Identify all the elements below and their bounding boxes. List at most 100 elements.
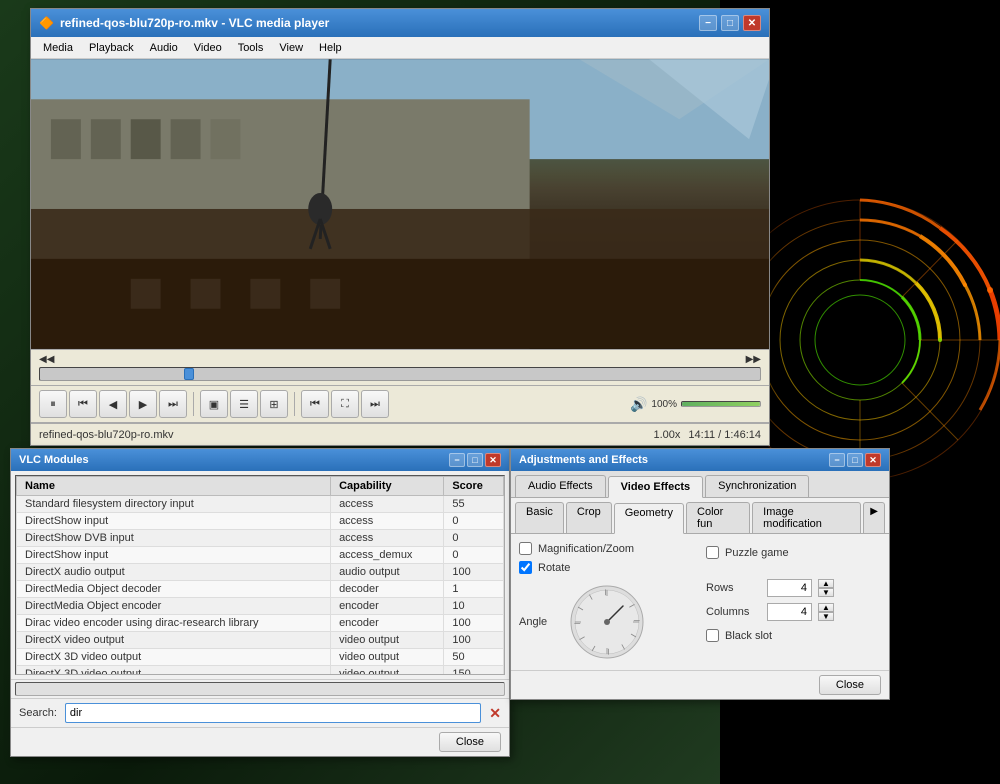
table-row[interactable]: DirectMedia Object encoder encoder 10: [17, 598, 504, 615]
cell-capability: video output: [331, 666, 444, 676]
columns-decrement-btn[interactable]: ▼: [818, 612, 834, 621]
search-area: Search: ✕: [11, 698, 509, 727]
extended-button[interactable]: ⊞: [260, 390, 288, 418]
fullscreen-button[interactable]: ⛶: [331, 390, 359, 418]
table-row[interactable]: DirectShow input access_demux 0: [17, 547, 504, 564]
modules-close-button[interactable]: Close: [439, 732, 501, 752]
close-button[interactable]: ✕: [743, 15, 761, 31]
inner-tab-crop[interactable]: Crop: [566, 502, 612, 533]
effects-close-btn[interactable]: ✕: [865, 453, 881, 467]
tab-audio-effects[interactable]: Audio Effects: [515, 475, 606, 497]
columns-spinner-btns: ▲ ▼: [818, 603, 834, 621]
menu-help[interactable]: Help: [311, 40, 350, 56]
frame-fwd-button[interactable]: ▶: [129, 390, 157, 418]
menu-playback[interactable]: Playback: [81, 40, 142, 56]
cell-capability: video output: [331, 649, 444, 666]
cell-capability: decoder: [331, 581, 444, 598]
seek-track[interactable]: [39, 367, 761, 381]
modules-minimize-btn[interactable]: −: [449, 453, 465, 467]
col-score[interactable]: Score: [444, 477, 504, 496]
playlist-button[interactable]: ☰: [230, 390, 258, 418]
modules-table-scroll[interactable]: Name Capability Score Standard filesyste…: [15, 475, 505, 675]
effects-minimize-btn[interactable]: −: [829, 453, 845, 467]
table-row[interactable]: DirectMedia Object decoder decoder 1: [17, 581, 504, 598]
col-capability[interactable]: Capability: [331, 477, 444, 496]
cell-capability: video output: [331, 632, 444, 649]
columns-input[interactable]: [767, 603, 812, 621]
effects-footer: Close: [511, 670, 889, 699]
rows-input[interactable]: [767, 579, 812, 597]
inner-tab-geometry[interactable]: Geometry: [614, 503, 684, 534]
menu-audio[interactable]: Audio: [142, 40, 186, 56]
dial-svg: [567, 582, 647, 662]
volume-icon[interactable]: 🔊: [630, 396, 647, 413]
puzzle-checkbox[interactable]: [706, 546, 719, 559]
volume-fill: [682, 402, 760, 406]
tab-synchronization[interactable]: Synchronization: [705, 475, 809, 497]
seek-arrows: ◀◀ ▶▶: [39, 354, 761, 365]
cell-capability: access: [331, 513, 444, 530]
rows-decrement-btn[interactable]: ▼: [818, 588, 834, 597]
table-row[interactable]: DirectX audio output audio output 100: [17, 564, 504, 581]
search-input[interactable]: [65, 703, 481, 723]
modules-close-btn[interactable]: ✕: [485, 453, 501, 467]
rotate-checkbox[interactable]: [519, 561, 532, 574]
magnification-checkbox[interactable]: [519, 542, 532, 555]
table-row[interactable]: DirectX 3D video output video output 50: [17, 649, 504, 666]
minimize-button[interactable]: −: [699, 15, 717, 31]
play-pause-button[interactable]: ⏸: [39, 390, 67, 418]
cell-name: DirectX audio output: [17, 564, 331, 581]
modules-maximize-btn[interactable]: □: [467, 453, 483, 467]
menu-tools[interactable]: Tools: [230, 40, 272, 56]
vlc-titlebar: 🔶 refined-qos-blu720p-ro.mkv - VLC media…: [31, 9, 769, 37]
table-row[interactable]: Dirac video encoder using dirac-research…: [17, 615, 504, 632]
search-clear-button[interactable]: ✕: [489, 705, 501, 722]
cell-name: Dirac video encoder using dirac-research…: [17, 615, 331, 632]
effects-close-button[interactable]: Close: [819, 675, 881, 695]
inner-tab-more[interactable]: ▶: [863, 502, 885, 533]
table-row[interactable]: DirectShow DVB input access 0: [17, 530, 504, 547]
columns-label: Columns: [706, 606, 761, 618]
frame-step-fwd-button[interactable]: ⏭: [361, 390, 389, 418]
next-chapter-button[interactable]: ⏭: [159, 390, 187, 418]
maximize-button[interactable]: □: [721, 15, 739, 31]
table-row[interactable]: Standard filesystem directory input acce…: [17, 496, 504, 513]
table-row[interactable]: DirectX 3D video output video output 150: [17, 666, 504, 676]
seek-back-arrow[interactable]: ◀◀: [39, 354, 54, 365]
volume-track[interactable]: [681, 401, 761, 407]
status-filename: refined-qos-blu720p-ro.mkv: [39, 429, 645, 441]
cell-name: DirectMedia Object decoder: [17, 581, 331, 598]
modules-table: Name Capability Score Standard filesyste…: [16, 476, 504, 675]
vlc-app-icon: 🔶: [39, 16, 54, 30]
table-row[interactable]: DirectShow input access 0: [17, 513, 504, 530]
rows-increment-btn[interactable]: ▲: [818, 579, 834, 588]
frame-step-back-button[interactable]: ⏮: [301, 390, 329, 418]
cell-capability: access: [331, 496, 444, 513]
table-row[interactable]: DirectX video output video output 100: [17, 632, 504, 649]
menu-media[interactable]: Media: [35, 40, 81, 56]
menu-view[interactable]: View: [271, 40, 311, 56]
angle-dial[interactable]: [567, 582, 647, 662]
menu-video[interactable]: Video: [186, 40, 230, 56]
rows-row: Rows ▲ ▼: [706, 579, 881, 597]
tab-video-effects[interactable]: Video Effects: [608, 476, 704, 498]
cell-score: 0: [444, 530, 504, 547]
seek-fwd-arrow[interactable]: ▶▶: [746, 354, 761, 365]
inner-tab-color-fun[interactable]: Color fun: [686, 502, 750, 533]
toggle-view-button[interactable]: ▣: [200, 390, 228, 418]
seek-thumb[interactable]: [184, 368, 194, 380]
menu-bar: Media Playback Audio Video Tools View He…: [31, 37, 769, 59]
modules-hscrollbar[interactable]: [15, 682, 505, 696]
cell-score: 10: [444, 598, 504, 615]
black-slot-checkbox[interactable]: [706, 629, 719, 642]
columns-increment-btn[interactable]: ▲: [818, 603, 834, 612]
frame-back-button[interactable]: ◀: [99, 390, 127, 418]
effects-maximize-btn[interactable]: □: [847, 453, 863, 467]
col-name[interactable]: Name: [17, 477, 331, 496]
video-display[interactable]: [31, 59, 769, 349]
volume-area: 🔊 100%: [630, 396, 761, 413]
inner-tab-image-modification[interactable]: Image modification: [752, 502, 861, 533]
prev-chapter-button[interactable]: ⏮: [69, 390, 97, 418]
inner-tab-basic[interactable]: Basic: [515, 502, 564, 533]
rotate-label: Rotate: [538, 562, 570, 574]
